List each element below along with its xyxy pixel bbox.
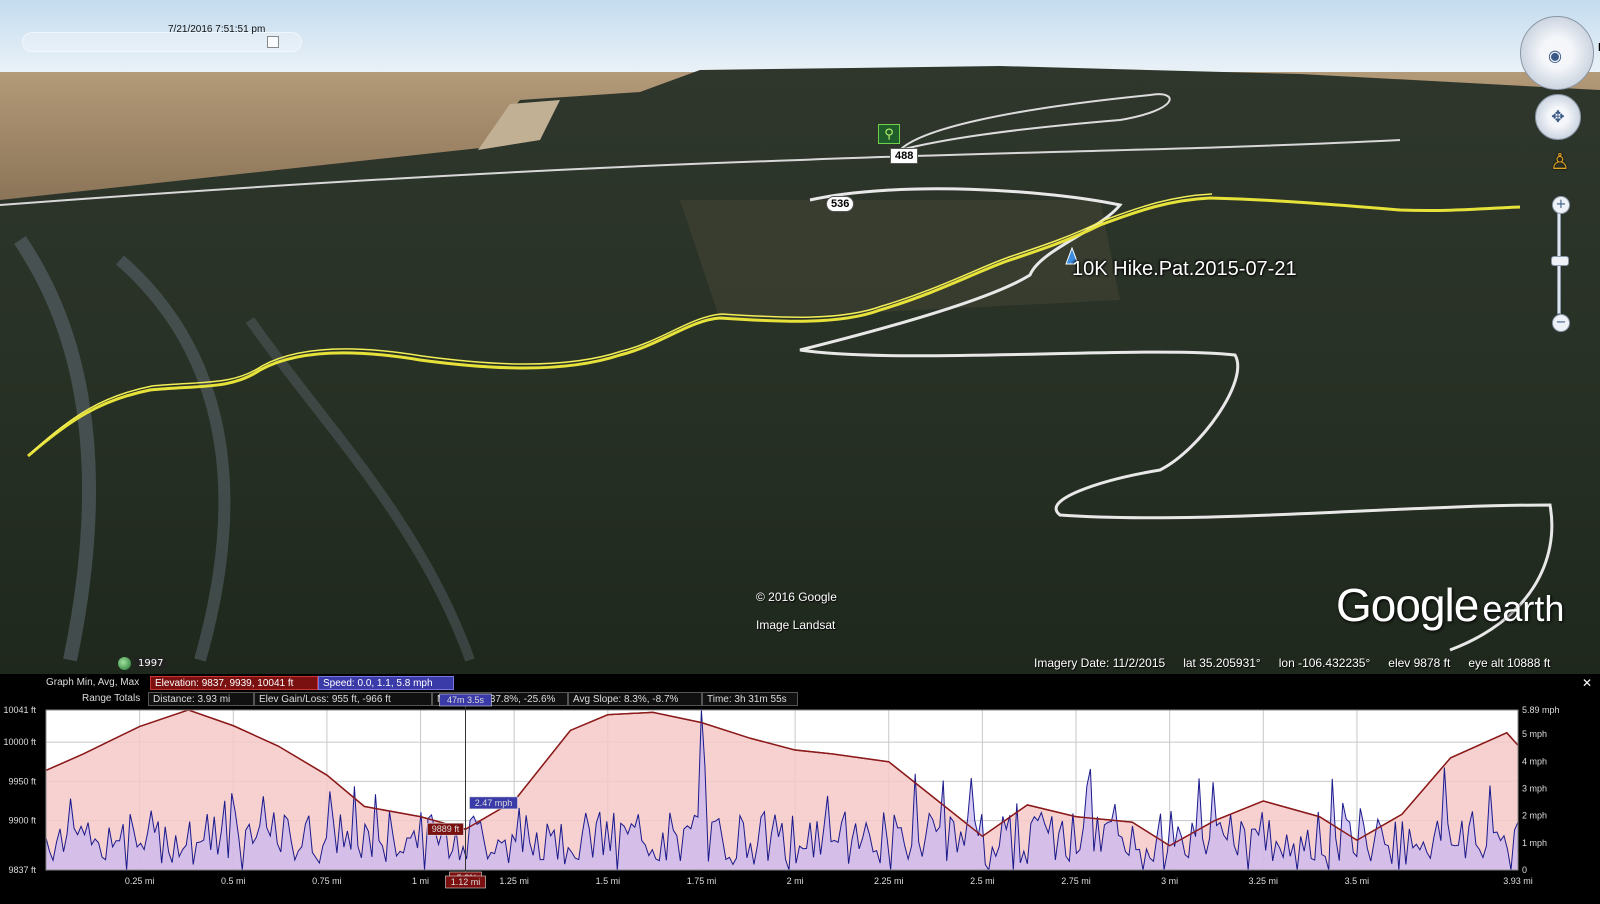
time-slider-knob[interactable] xyxy=(267,36,279,48)
globe-icon xyxy=(118,657,131,670)
image-source: Image Landsat xyxy=(756,618,836,632)
cursor-speed: 2.47 mph xyxy=(475,798,513,808)
x-tick: 2.25 mi xyxy=(874,876,904,886)
y-left-tick: 10000 ft xyxy=(3,737,36,747)
longitude: lon -106.432235° xyxy=(1278,656,1371,670)
cursor-distance: 1.12 mi xyxy=(451,877,481,887)
y-right-tick: 4 mph xyxy=(1522,756,1547,766)
historical-year: 1997 xyxy=(135,658,167,669)
y-right-tick: 5 mph xyxy=(1522,729,1547,739)
look-control[interactable]: ◉ N xyxy=(1520,16,1600,90)
elevation-chart[interactable]: 9837 ft 9900 ft 9950 ft 10000 ft 10041 ft 0 1 … xyxy=(0,674,1600,904)
copyright: © 2016 Google xyxy=(756,590,837,604)
time-slider[interactable] xyxy=(22,32,302,52)
timestamp: 7/21/2016 7:51:51 pm xyxy=(168,24,266,35)
y-right-tick: 0 xyxy=(1522,865,1527,875)
x-tick: 3 mi xyxy=(1161,876,1178,886)
imagery-date: Imagery Date: 11/2/2015 xyxy=(1034,656,1166,670)
status-bar: Imagery Date: 11/2/2015 lat 35.205931° l… xyxy=(1034,656,1550,670)
x-tick: 1.25 mi xyxy=(499,876,529,886)
cursor-elevation: 9889 ft xyxy=(432,824,460,834)
x-tick: 3.93 mi xyxy=(1503,876,1533,886)
x-tick: 1.5 mi xyxy=(596,876,621,886)
x-tick: 2 mi xyxy=(787,876,804,886)
google-earth-logo: Google earth xyxy=(1336,578,1564,632)
map-viewport[interactable]: 7/21/2016 7:51:51 pm ⚲ 488 536 10K Hike.… xyxy=(0,0,1600,674)
eye-altitude: eye alt 10888 ft xyxy=(1468,656,1551,670)
terrain-view[interactable] xyxy=(0,0,1600,674)
move-control[interactable]: ✥ xyxy=(1535,94,1581,140)
y-left-tick: 10041 ft xyxy=(3,705,36,715)
cursor-time: 47m 3.5s xyxy=(447,695,485,705)
x-tick: 2.75 mi xyxy=(1061,876,1091,886)
x-tick: 0.25 mi xyxy=(125,876,155,886)
y-right-tick: 1 mph xyxy=(1522,838,1547,848)
latitude: lat 35.205931° xyxy=(1183,656,1261,670)
road-shield-536: 536 xyxy=(826,196,855,212)
x-tick: 0.5 mi xyxy=(221,876,246,886)
y-left-tick: 9950 ft xyxy=(8,776,36,786)
x-tick: 2.5 mi xyxy=(970,876,995,886)
hiker-icon[interactable]: ⚲ xyxy=(878,124,900,144)
y-right-tick: 5.89 mph xyxy=(1522,705,1560,715)
hand-icon: ✥ xyxy=(1551,107,1565,126)
x-tick: 1 mi xyxy=(412,876,429,886)
logo-google: Google xyxy=(1336,579,1479,631)
y-left-tick: 9837 ft xyxy=(8,865,36,875)
x-tick: 3.25 mi xyxy=(1249,876,1279,886)
elevation-profile-panel[interactable]: Graph Min, Avg, Max Elevation: 9837, 993… xyxy=(0,674,1600,904)
historical-imagery-badge[interactable]: 1997 xyxy=(118,657,167,670)
y-right-tick: 2 mph xyxy=(1522,811,1547,821)
elevation: elev 9878 ft xyxy=(1388,656,1451,670)
road-shield-488: 488 xyxy=(890,148,919,164)
logo-earth: earth xyxy=(1482,588,1565,629)
zoom-knob[interactable] xyxy=(1551,256,1569,266)
eye-icon: ◉ xyxy=(1548,46,1562,65)
x-tick: 0.75 mi xyxy=(312,876,342,886)
zoom-in-button[interactable]: + xyxy=(1552,196,1570,214)
zoom-slider[interactable]: + − xyxy=(1551,196,1570,332)
x-tick: 1.75 mi xyxy=(687,876,717,886)
y-right-tick: 3 mph xyxy=(1522,784,1547,794)
y-left-tick: 9900 ft xyxy=(8,816,36,826)
pegman-icon[interactable]: ♙ xyxy=(1550,150,1570,175)
zoom-out-button[interactable]: − xyxy=(1552,314,1570,332)
x-tick: 3.5 mi xyxy=(1345,876,1370,886)
placemark-label[interactable]: 10K Hike.Pat.2015-07-21 xyxy=(1072,258,1297,281)
